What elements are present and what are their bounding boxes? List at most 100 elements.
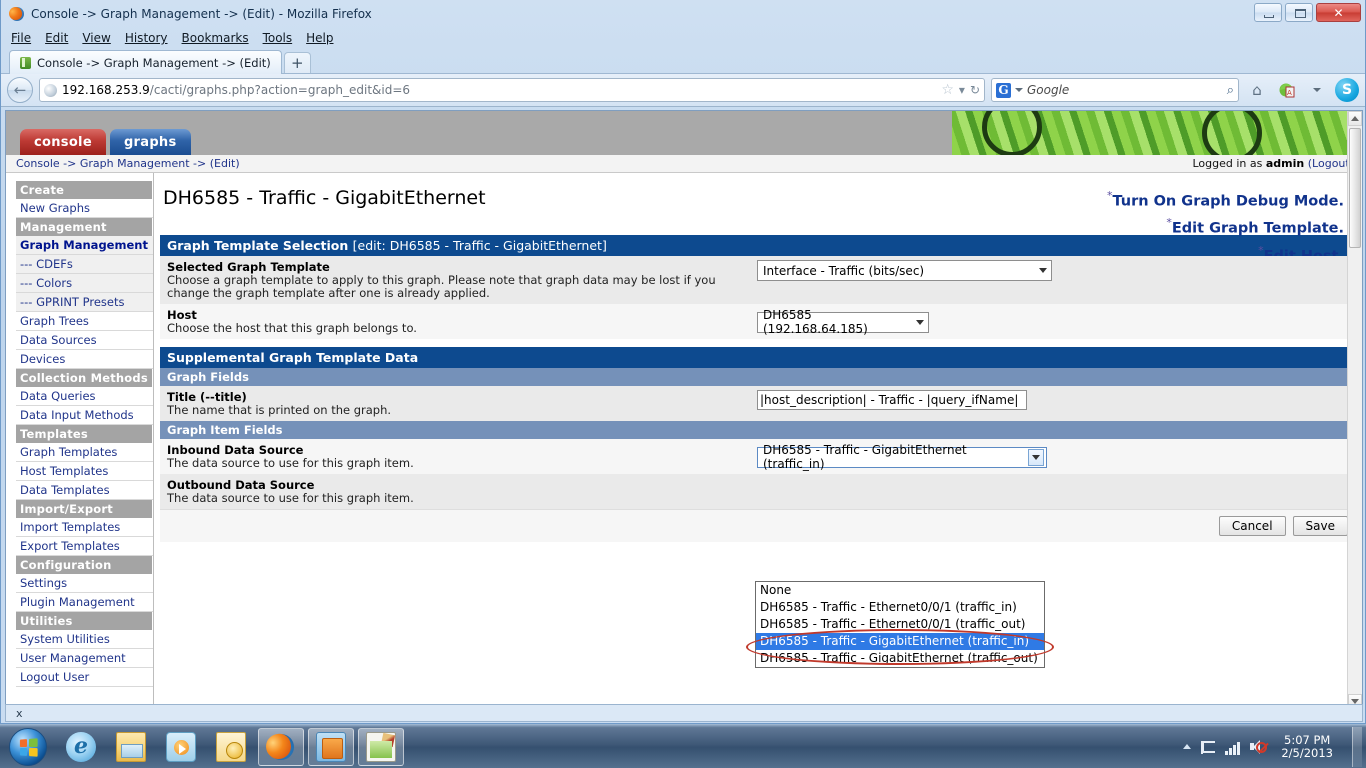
dropdown-option[interactable]: DH6585 - Traffic - Ethernet0/0/1 (traffi… [756,599,1044,616]
outlook-icon [216,731,246,762]
sidebar-item-user-management[interactable]: User Management [16,649,153,668]
form-buttons: Cancel Save [160,509,1356,542]
sidebar-item-new-graphs[interactable]: New Graphs [16,199,153,218]
search-icon[interactable]: ⌕ [1227,83,1234,98]
taskbar-item-outlook[interactable] [208,728,254,766]
action-center-flag-icon[interactable] [1200,739,1216,755]
link-graph-debug-mode[interactable]: Turn On Graph Debug Mode. [1112,193,1344,209]
menu-tools[interactable]: Tools [263,31,293,45]
sidebar-item-plugin-management[interactable]: Plugin Management [16,593,153,612]
save-button[interactable]: Save [1292,516,1348,536]
search-engine-chevron-icon[interactable] [1015,88,1023,92]
sidebar-item-logout-user[interactable]: Logout User [16,668,153,687]
dropdown-option[interactable]: None [756,582,1044,599]
menu-view[interactable]: View [82,31,110,45]
page-scrollbar-vertical[interactable] [1347,111,1362,707]
home-button[interactable]: ⌂ [1245,78,1269,102]
sidebar-head-templates: Templates [16,425,152,443]
tab-console[interactable]: console [20,129,106,155]
menu-edit[interactable]: Edit [45,31,68,45]
browser-tab[interactable]: Console -> Graph Management -> (Edit) [9,50,282,74]
sidebar-item-devices[interactable]: Devices [16,350,153,369]
skype-button[interactable]: S [1335,78,1359,102]
sidebar-item-gprint-presets[interactable]: --- GPRINT Presets [16,293,153,312]
start-button[interactable] [2,726,54,768]
row-inbound-data-source: Inbound Data Source The data source to u… [160,439,1356,474]
taskbar-item-explorer-window[interactable] [308,727,354,766]
taskbar-item-media-player[interactable] [158,728,204,766]
taskbar-item-internet-explorer[interactable] [58,728,104,766]
select-graph-template[interactable]: Interface - Traffic (bits/sec) [757,260,1052,281]
sidebar-head-management: Management [16,218,152,236]
tab-console-label: console [34,134,92,150]
dropdown-option[interactable]: DH6585 - Traffic - Ethernet0/0/1 (traffi… [756,616,1044,633]
select-inbound-data-source-value: DH6585 - Traffic - GigabitEthernet (traf… [763,443,967,471]
taskbar-item-windows-explorer[interactable] [108,728,154,766]
sidebar-item-graph-management[interactable]: Graph Management [16,236,153,255]
volume-muted-icon[interactable] [1250,739,1268,755]
breadcrumb[interactable]: Console -> Graph Management -> (Edit) [16,157,240,170]
sidebar-item-data-input-methods[interactable]: Data Input Methods [16,406,153,425]
sidebar-item-data-queries[interactable]: Data Queries [16,387,153,406]
inbound-data-source-dropdown-list[interactable]: None DH6585 - Traffic - Ethernet0/0/1 (t… [755,581,1045,668]
sidebar-item-system-utilities[interactable]: System Utilities [16,630,153,649]
network-signal-icon[interactable] [1225,739,1241,755]
cacti-favicon-icon [20,56,31,69]
addon-dropdown[interactable] [1305,78,1329,102]
address-bar[interactable]: 192.168.253.9/cacti/graphs.php?action=gr… [39,78,985,102]
taskbar-item-notepadpp[interactable] [358,727,404,766]
cancel-button[interactable]: Cancel [1218,516,1286,536]
field-desc-selected-graph-template: Choose a graph template to apply to this… [167,273,716,300]
login-prefix: Logged in as [1192,157,1266,170]
bookmark-star-icon[interactable]: ☆ [941,83,954,97]
svg-text:A: A [1287,89,1292,97]
row-host: Host Choose the host that this graph bel… [160,304,1356,339]
dropdown-option[interactable]: DH6585 - Traffic - GigabitEthernet (traf… [756,650,1044,667]
sidebar-item-export-templates[interactable]: Export Templates [16,537,153,556]
title-input[interactable] [757,390,1027,410]
show-hidden-icons-icon[interactable] [1183,744,1192,749]
clock[interactable]: 5:07 PM 2/5/2013 [1275,733,1339,760]
sidebar-item-data-templates[interactable]: Data Templates [16,481,153,500]
find-bar-close-icon[interactable]: x [16,707,23,720]
minimize-button[interactable] [1254,3,1282,22]
google-icon[interactable]: G [996,82,1011,98]
addon-button[interactable]: A [1275,78,1299,102]
tab-graphs[interactable]: graphs [109,129,191,155]
sidebar-item-import-templates[interactable]: Import Templates [16,518,153,537]
menu-history[interactable]: History [125,31,168,45]
firefox-logo-icon [7,5,25,22]
new-tab-button[interactable]: + [283,52,311,74]
sidebar-item-colors[interactable]: --- Colors [16,274,153,293]
sidebar-item-cdefs[interactable]: --- CDEFs [16,255,153,274]
select-host[interactable]: DH6585 (192.168.64.185) [757,308,929,336]
address-bar-controls: ☆ ▾ ↻ [941,83,980,97]
taskbar-item-firefox[interactable] [258,727,304,766]
close-button[interactable]: ✕ [1316,3,1361,22]
dropdown-option-selected[interactable]: DH6585 - Traffic - GigabitEthernet (traf… [756,633,1044,650]
link-edit-graph-template[interactable]: Edit Graph Template. [1172,221,1344,237]
sidebar-item-graph-trees[interactable]: Graph Trees [16,312,153,331]
show-desktop-button[interactable] [1352,726,1362,767]
menu-help[interactable]: Help [306,31,333,45]
scroll-thumb[interactable] [1349,128,1361,248]
sidebar-head-utilities: Utilities [16,612,152,630]
back-button[interactable]: ← [7,77,33,103]
sidebar-item-settings[interactable]: Settings [16,574,153,593]
chevron-down-icon[interactable]: ▾ [959,83,965,97]
sidebar-item-host-templates[interactable]: Host Templates [16,462,153,481]
field-label-inbound-data-source: Inbound Data Source [167,443,304,457]
title-bar: Console -> Graph Management -> (Edit) - … [1,0,1365,28]
sidebar-item-data-sources[interactable]: Data Sources [16,331,153,350]
menu-bookmarks[interactable]: Bookmarks [182,31,249,45]
maximize-button[interactable] [1285,3,1313,22]
sidebar-item-graph-templates[interactable]: Graph Templates [16,443,153,462]
menu-file[interactable]: File [11,31,31,45]
select-inbound-data-source[interactable]: DH6585 - Traffic - GigabitEthernet (traf… [757,443,1047,471]
home-icon: ⌂ [1252,81,1262,99]
search-input[interactable]: Google [1027,83,1223,97]
reload-icon[interactable]: ↻ [970,83,980,97]
windows-taskbar: 5:07 PM 2/5/2013 [0,724,1366,768]
scroll-up-arrow-icon[interactable] [1348,111,1362,126]
search-bar[interactable]: G Google ⌕ [991,78,1239,102]
